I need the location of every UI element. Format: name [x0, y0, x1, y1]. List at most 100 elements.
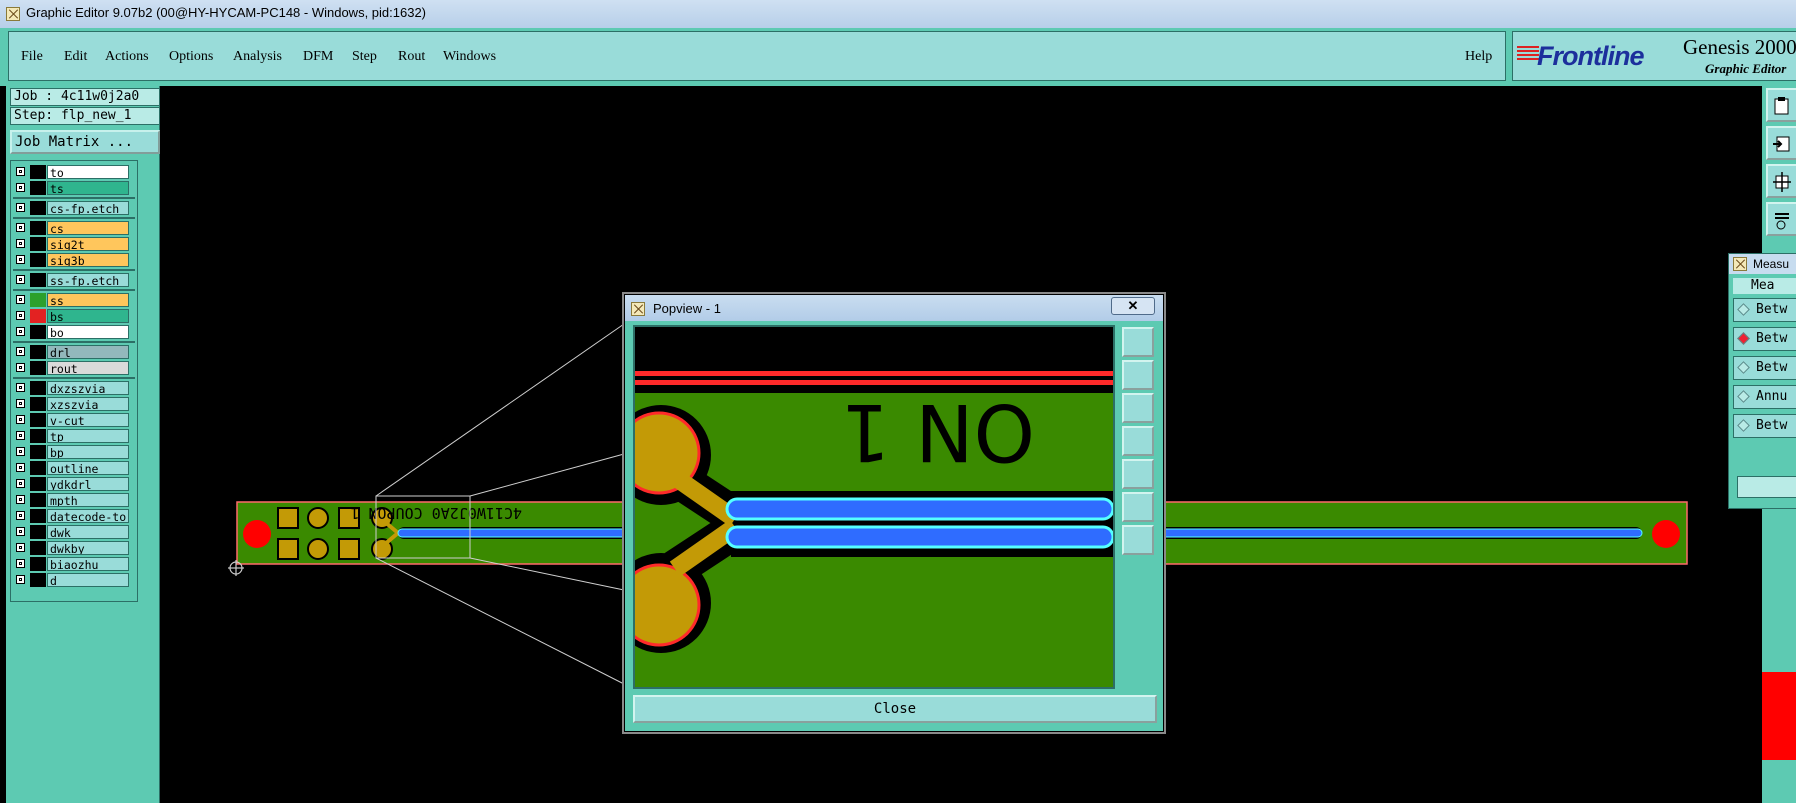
layer-color-swatch[interactable]: [30, 273, 46, 287]
menu-actions[interactable]: Actions: [105, 49, 149, 65]
layer-color-swatch[interactable]: [30, 509, 46, 523]
radio-indicator-icon[interactable]: [1737, 361, 1750, 374]
layer-checkbox[interactable]: [16, 363, 25, 372]
layer-row-xzszvia[interactable]: xzszvia: [13, 397, 135, 411]
layer-row-v-cut[interactable]: v-cut: [13, 413, 135, 427]
layer-checkbox[interactable]: [16, 311, 25, 320]
radio-indicator-icon[interactable]: [1737, 419, 1750, 432]
layer-name[interactable]: tp: [47, 429, 129, 443]
layer-name[interactable]: bp: [47, 445, 129, 459]
layer-checkbox[interactable]: [16, 167, 25, 176]
layer-checkbox[interactable]: [16, 275, 25, 284]
layer-row-ss-fp.etch[interactable]: ss-fp.etch: [13, 273, 135, 287]
layer-color-swatch[interactable]: [30, 557, 46, 571]
layer-color-swatch[interactable]: [30, 345, 46, 359]
layer-color-swatch[interactable]: [30, 445, 46, 459]
layer-row-tp[interactable]: tp: [13, 429, 135, 443]
layer-row-dwkby[interactable]: dwkby: [13, 541, 135, 555]
layer-checkbox[interactable]: [16, 223, 25, 232]
menu-edit[interactable]: Edit: [64, 49, 87, 65]
popview-pan-up-icon[interactable]: [1122, 360, 1154, 390]
menu-file[interactable]: File: [21, 49, 43, 65]
layer-row-to[interactable]: to: [13, 165, 135, 179]
layer-row-cs[interactable]: cs: [13, 221, 135, 235]
layer-name[interactable]: xzszvia: [47, 397, 129, 411]
layer-color-swatch[interactable]: [30, 381, 46, 395]
layer-checkbox[interactable]: [16, 431, 25, 440]
layer-row-sig2t[interactable]: sig2t: [13, 237, 135, 251]
zoom-fit-button[interactable]: [1766, 164, 1796, 198]
layer-color-swatch[interactable]: [30, 525, 46, 539]
layer-checkbox[interactable]: [16, 463, 25, 472]
layer-name[interactable]: mpth: [47, 493, 129, 507]
layer-name[interactable]: ss: [47, 293, 129, 307]
layer-name[interactable]: dwk: [47, 525, 129, 539]
layer-name[interactable]: ss-fp.etch: [47, 273, 129, 287]
layer-color-swatch[interactable]: [30, 541, 46, 555]
layer-color-swatch[interactable]: [30, 429, 46, 443]
layer-name[interactable]: rout: [47, 361, 129, 375]
layer-color-swatch[interactable]: [30, 413, 46, 427]
layer-row-dwk[interactable]: dwk: [13, 525, 135, 539]
popview-zoom-out-icon[interactable]: [1122, 525, 1154, 555]
radio-indicator-icon[interactable]: [1737, 390, 1750, 403]
layer-row-bs[interactable]: bs: [13, 309, 135, 323]
layer-name[interactable]: d: [47, 573, 129, 587]
layer-row-ts[interactable]: ts: [13, 181, 135, 195]
measure-option[interactable]: Betw: [1733, 356, 1796, 380]
layer-color-swatch[interactable]: [30, 325, 46, 339]
layer-color-swatch[interactable]: [30, 293, 46, 307]
job-matrix-button[interactable]: Job Matrix ...: [10, 130, 160, 154]
layer-row-ss[interactable]: ss: [13, 293, 135, 307]
menu-step[interactable]: Step: [352, 49, 377, 65]
measure-option[interactable]: Betw: [1733, 327, 1796, 351]
layer-name[interactable]: v-cut: [47, 413, 129, 427]
measure-option[interactable]: Betw: [1733, 414, 1796, 438]
layer-checkbox[interactable]: [16, 527, 25, 536]
layer-row-rout[interactable]: rout: [13, 361, 135, 375]
layer-checkbox[interactable]: [16, 239, 25, 248]
layer-row-cs-fp.etch[interactable]: cs-fp.etch: [13, 201, 135, 215]
layer-checkbox[interactable]: [16, 575, 25, 584]
layer-row-bo[interactable]: bo: [13, 325, 135, 339]
popview-pan-right-icon[interactable]: [1122, 459, 1154, 489]
layer-row-d[interactable]: d: [13, 573, 135, 587]
layer-checkbox[interactable]: [16, 495, 25, 504]
layer-name[interactable]: cs: [47, 221, 129, 235]
menu-dfm[interactable]: DFM: [303, 49, 333, 65]
layer-color-swatch[interactable]: [30, 397, 46, 411]
menu-rout[interactable]: Rout: [398, 49, 425, 65]
layer-color-swatch[interactable]: [30, 477, 46, 491]
layer-checkbox[interactable]: [16, 347, 25, 356]
measure-option[interactable]: Betw: [1733, 298, 1796, 322]
menu-help[interactable]: Help: [1465, 49, 1492, 65]
layer-color-swatch[interactable]: [30, 493, 46, 507]
layer-checkbox[interactable]: [16, 203, 25, 212]
layer-name[interactable]: sig2t: [47, 237, 129, 251]
layer-checkbox[interactable]: [16, 415, 25, 424]
layer-checkbox[interactable]: [16, 295, 25, 304]
measure-close-button[interactable]: [1737, 476, 1796, 498]
layer-color-swatch[interactable]: [30, 165, 46, 179]
layer-color-swatch[interactable]: [30, 573, 46, 587]
layer-checkbox[interactable]: [16, 543, 25, 552]
layer-name[interactable]: outline: [47, 461, 129, 475]
layer-row-drl[interactable]: drl: [13, 345, 135, 359]
layer-name[interactable]: bo: [47, 325, 129, 339]
layer-checkbox[interactable]: [16, 511, 25, 520]
layer-checkbox[interactable]: [16, 327, 25, 336]
layer-row-mpth[interactable]: mpth: [13, 493, 135, 507]
radio-indicator-icon[interactable]: [1737, 332, 1750, 345]
measure-tool-button[interactable]: [1766, 202, 1796, 236]
layer-name[interactable]: biaozhu: [47, 557, 129, 571]
layer-checkbox[interactable]: [16, 255, 25, 264]
layer-row-bp[interactable]: bp: [13, 445, 135, 459]
measure-option[interactable]: Annu: [1733, 385, 1796, 409]
radio-indicator-icon[interactable]: [1737, 303, 1750, 316]
layer-color-swatch[interactable]: [30, 201, 46, 215]
snap-tool-button[interactable]: [1766, 126, 1796, 160]
popview-canvas[interactable]: ON 1: [633, 325, 1115, 689]
popview-pan-down-icon[interactable]: [1122, 393, 1154, 423]
layer-name[interactable]: dwkby: [47, 541, 129, 555]
layer-name[interactable]: ydkdrl: [47, 477, 129, 491]
